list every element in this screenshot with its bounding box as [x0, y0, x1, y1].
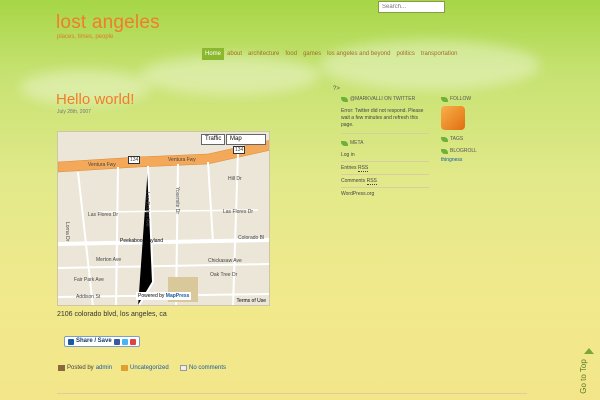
go-to-top-button[interactable]: Go to Top [579, 348, 595, 400]
share-label: Share / Save [76, 338, 112, 344]
map-label: Yosemite Dr [174, 187, 180, 215]
map-label: Colorado Bl [238, 235, 265, 241]
map-label: Ventura Fwy [168, 157, 196, 163]
nav-los-angeles-and-beyond[interactable]: los angeles and beyond [324, 48, 393, 60]
share-save-button[interactable]: Share / Save [64, 336, 140, 347]
nav-games[interactable]: games [300, 48, 324, 60]
facebook-icon [113, 338, 120, 345]
folder-icon [121, 365, 128, 371]
follow-title-text: FOLLOW [450, 96, 472, 102]
tags-widget-title: TAGS [441, 136, 527, 142]
rss-abbr: RSS [366, 178, 377, 185]
leaf-icon [441, 136, 448, 142]
meta-login-link[interactable]: Log in [341, 149, 429, 162]
divider [57, 393, 527, 394]
author-icon [58, 365, 65, 371]
road [138, 165, 155, 305]
twitter-icon [121, 338, 128, 345]
site-description: places, times, people [57, 34, 114, 40]
map-label: Chickasaw Ave [208, 258, 242, 264]
site-title[interactable]: lost angeles [56, 12, 160, 34]
map-powered-prefix: Powered by [138, 293, 165, 299]
map-label: Los Robles Ave [144, 192, 150, 227]
comments-link[interactable]: No comments [189, 365, 226, 371]
road [115, 166, 119, 305]
map-powered-brand: MapPress [165, 293, 190, 299]
twitter-error: Error: Twitter did not respond. Please w… [341, 108, 429, 134]
leaf-icon [341, 96, 348, 102]
twitter-title-text: @MARKVALLI ON TWITTER [350, 96, 416, 102]
arrow-up-icon [584, 348, 594, 354]
category-link[interactable]: Uncategorized [130, 365, 169, 371]
map-label: Hill Dr [228, 176, 242, 182]
nav-about[interactable]: about [224, 48, 245, 60]
meta-widget-title: META [341, 140, 429, 146]
nav-food[interactable]: food [282, 48, 300, 60]
leaf-icon [441, 96, 448, 102]
map-label: Ventura Fwy [88, 162, 116, 168]
road [207, 161, 214, 243]
map-label: 134 [128, 156, 141, 164]
nav-architecture[interactable]: architecture [245, 48, 282, 60]
blogroll-widget-title: BLOGROLL [441, 148, 527, 154]
map-map-button[interactable]: Map [226, 134, 266, 145]
rss-feed-icon[interactable] [441, 106, 465, 130]
cloud-decoration [140, 55, 320, 95]
meta-entries-rss[interactable]: Entries RSS [341, 162, 429, 175]
post-meta-author: Posted by admin [58, 365, 112, 371]
map-traffic-button[interactable]: Traffic [201, 134, 226, 145]
search-input[interactable] [378, 1, 445, 13]
map-label: Las Flores Dr [88, 212, 119, 218]
post-title[interactable]: Hello world! [56, 91, 134, 108]
road [77, 171, 94, 305]
map-label: Las Flores Dr [223, 209, 254, 215]
sidebar-column-2: FOLLOW TAGS BLOGROLL thingness [441, 96, 527, 163]
map-label: Peekaboo Playland [120, 238, 164, 244]
post-address: 2106 colorado blvd, los angeles, ca [57, 311, 167, 318]
map-powered-by[interactable]: Powered by MapPress [136, 292, 192, 300]
meta-comments-rss[interactable]: Comments RSS [341, 175, 429, 188]
map-label: Addison St [76, 294, 101, 300]
leaf-icon [341, 140, 348, 146]
sidebar-symbol: ?> [333, 86, 340, 92]
main-nav: Home about architecture food games los a… [202, 48, 461, 60]
tags-title-text: TAGS [450, 136, 464, 142]
post-meta-comments: No comments [180, 365, 226, 371]
email-icon [129, 338, 136, 345]
post-date: July 28th, 2007 [57, 109, 91, 115]
go-to-top-label: Go to Top [578, 359, 588, 394]
sidebar-column-1: @MARKVALLI ON TWITTER Error: Twitter did… [341, 96, 429, 200]
author-link[interactable]: admin [96, 365, 112, 371]
comment-icon [180, 365, 187, 371]
map-terms-link[interactable]: Terms of Use [237, 298, 266, 304]
nav-politics[interactable]: politics [393, 48, 417, 60]
post-meta-category: Uncategorized [121, 365, 169, 371]
blogroll-link[interactable]: thingness [441, 157, 527, 163]
leaf-icon [441, 148, 448, 154]
follow-widget-title: FOLLOW [441, 96, 527, 102]
nav-home[interactable]: Home [202, 48, 225, 60]
map-label: 134 [233, 146, 246, 154]
twitter-widget-title: @MARKVALLI ON TWITTER [341, 96, 429, 102]
author-prefix: Posted by [67, 365, 94, 371]
meta-comments-text: Comments [341, 178, 366, 184]
meta-entries-text: Entries [341, 165, 357, 171]
map-embed[interactable]: Traffic Map Ventura Fwy 134 Ventura Fwy … [57, 131, 270, 306]
share-icon [68, 338, 74, 345]
blogroll-title-text: BLOGROLL [450, 148, 477, 154]
map-label: Merton Ave [96, 257, 122, 263]
map-label: Lorna Dr [64, 222, 70, 242]
map-label: Fair Park Ave [74, 277, 104, 283]
meta-title-text: META [350, 140, 364, 146]
rss-abbr: RSS [357, 165, 369, 172]
map-label: Oak Tree Dr [210, 272, 238, 278]
road [58, 263, 269, 269]
nav-transportation[interactable]: transportation [418, 48, 461, 60]
meta-wordpress-link[interactable]: WordPress.org [341, 188, 429, 200]
